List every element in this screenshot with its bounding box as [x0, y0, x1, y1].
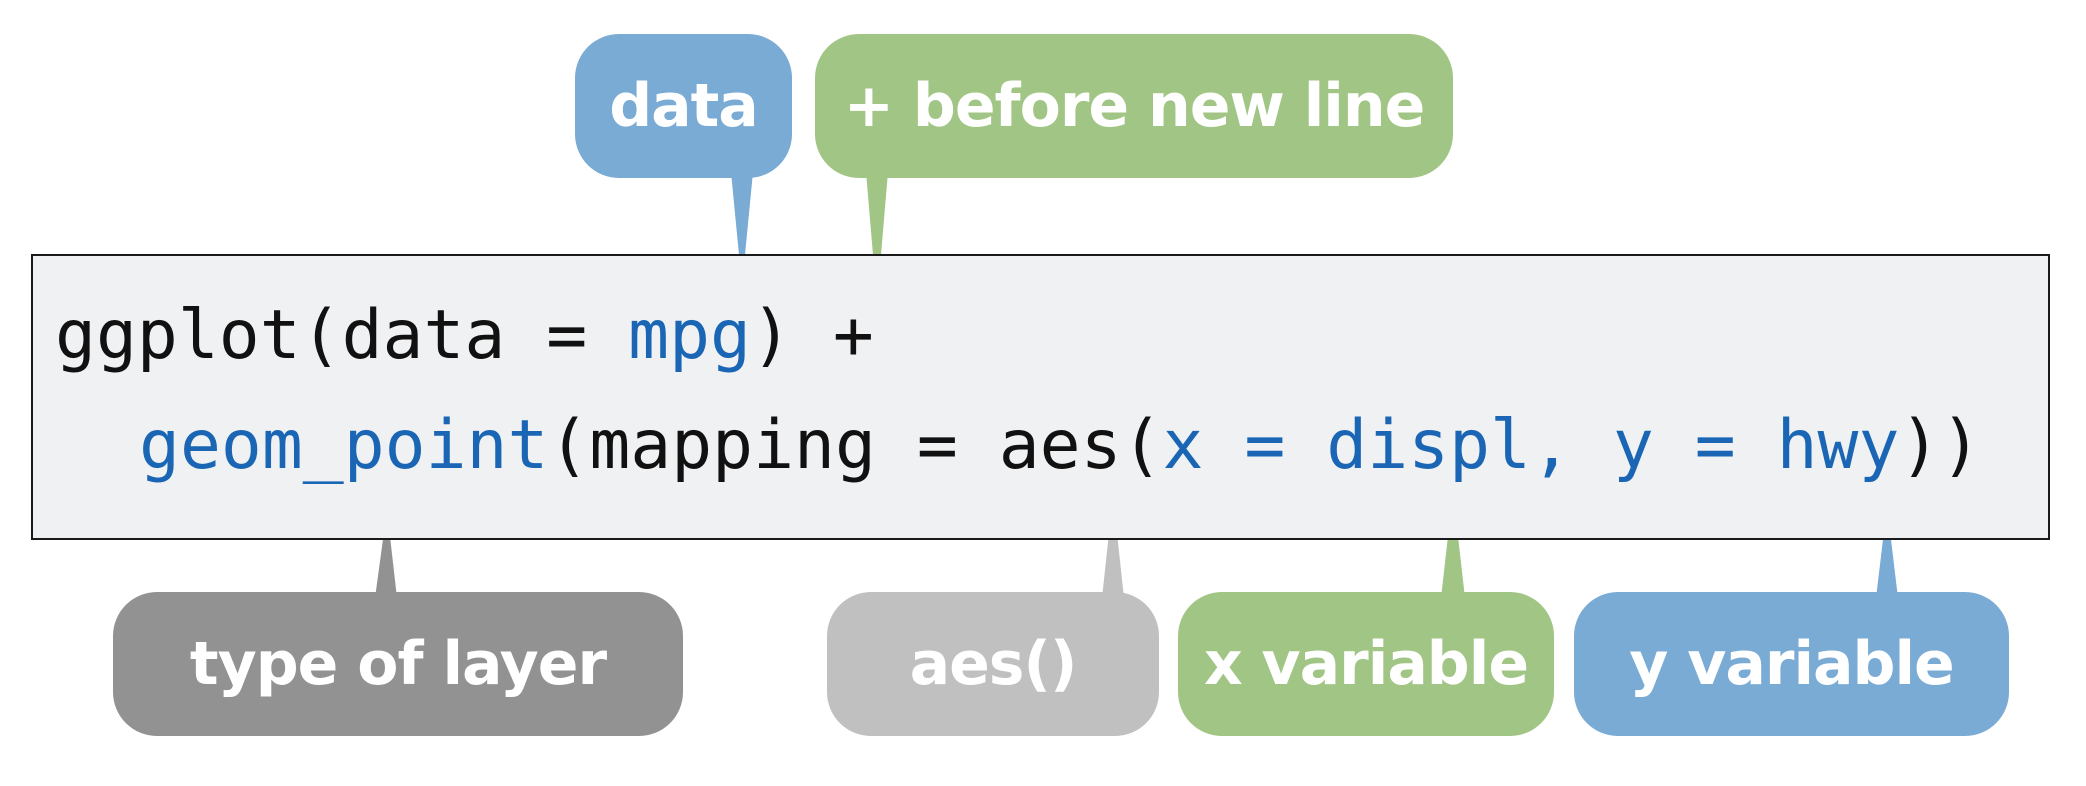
type-callout-label: type of layer	[189, 629, 607, 699]
aes-callout-label: aes()	[909, 629, 1078, 699]
data-callout: data	[575, 34, 792, 178]
code-line2-close: ))	[1899, 406, 1982, 485]
code-data-arg: data =	[341, 296, 629, 375]
x-callout-label: x variable	[1203, 629, 1529, 699]
data-callout-label: data	[609, 71, 759, 141]
plus-callout-label: + before new line	[843, 71, 1426, 141]
code-ggplot-fn: ggplot(	[55, 296, 342, 375]
code-mapping-aes: (mapping = aes(	[548, 406, 1163, 485]
code-line1-close: ) +	[750, 296, 874, 375]
y-variable-callout: y variable	[1574, 592, 2009, 736]
y-callout-label: y variable	[1629, 629, 1954, 699]
code-line-ggplot: ggplot(data = mpg) +	[55, 296, 874, 376]
code-line-geom: geom_point(mapping = aes(x = displ, y = …	[139, 406, 1981, 486]
type-of-layer-callout: type of layer	[113, 592, 683, 736]
aes-callout: aes()	[827, 592, 1159, 736]
code-geom-fn: geom_point	[139, 406, 549, 485]
plus-before-new-line-callout: + before new line	[815, 34, 1453, 178]
code-xy-mapping: x = displ, y = hwy	[1162, 406, 1900, 485]
x-variable-callout: x variable	[1178, 592, 1554, 736]
code-block: ggplot(data = mpg) + geom_point(mapping …	[31, 254, 2050, 540]
code-dataset: mpg	[628, 296, 751, 375]
